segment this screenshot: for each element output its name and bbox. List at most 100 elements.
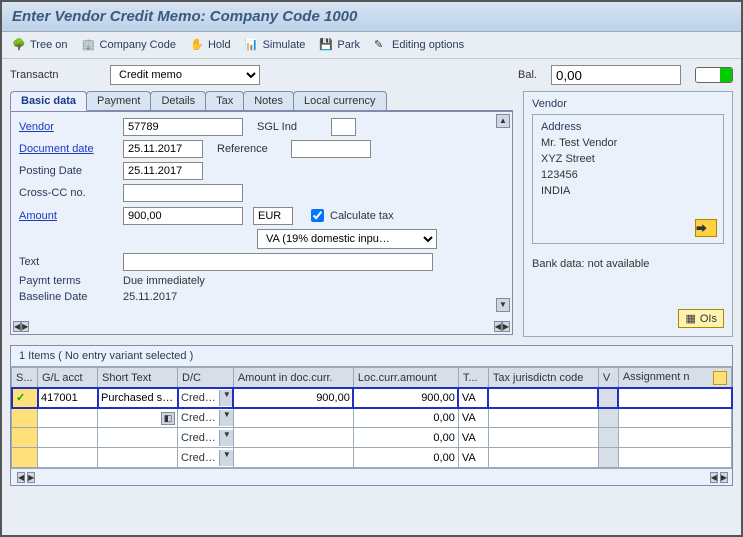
gl-acct-input[interactable] (38, 389, 97, 407)
text-input[interactable] (123, 253, 433, 271)
row-selector[interactable]: ✓ (12, 388, 38, 408)
assignment-input[interactable] (619, 429, 731, 447)
amount-label[interactable]: Amount (19, 210, 119, 222)
vendor-label[interactable]: Vendor (19, 121, 119, 133)
col-dc[interactable]: D/C (178, 368, 234, 388)
row-selector[interactable] (12, 408, 38, 428)
transaction-select[interactable]: Credit memo (110, 65, 260, 85)
reference-input[interactable] (291, 140, 371, 158)
col-assignment[interactable]: Assignment n (618, 368, 731, 388)
park-button[interactable]: 💾Park (319, 38, 360, 52)
items-scroll-right2[interactable]: ▶ (720, 472, 728, 483)
tab-details[interactable]: Details (150, 91, 206, 110)
amount-input[interactable] (234, 409, 353, 427)
tax-code-input[interactable] (459, 389, 488, 407)
dc-dropdown[interactable]: ▼ (219, 450, 233, 466)
jurisdiction-input[interactable] (489, 389, 598, 407)
gl-acct-input[interactable] (38, 409, 97, 427)
row-selector[interactable] (12, 448, 38, 468)
assignment-input[interactable] (619, 449, 731, 467)
v-input[interactable] (599, 429, 618, 447)
tax-code-input[interactable] (459, 409, 488, 427)
assignment-input[interactable] (619, 409, 731, 427)
short-text-input[interactable] (98, 429, 177, 447)
editing-options-button[interactable]: ✎Editing options (374, 38, 464, 52)
company-code-button[interactable]: 🏢Company Code (82, 38, 176, 52)
col-v[interactable]: V (598, 368, 618, 388)
crosscc-input[interactable] (123, 184, 243, 202)
amount-input[interactable] (234, 449, 353, 467)
tab-notes[interactable]: Notes (243, 91, 294, 110)
vendor-input[interactable] (123, 118, 243, 136)
jurisdiction-input[interactable] (489, 429, 598, 447)
tree-on-button[interactable]: 🌳Tree on (12, 38, 68, 52)
tax-code-input[interactable] (459, 449, 488, 467)
document-date-input[interactable] (123, 140, 203, 158)
col-glacct[interactable]: G/L acct (38, 368, 98, 388)
loc-amount-input[interactable] (354, 449, 458, 467)
jurisdiction-input[interactable] (489, 409, 598, 427)
tax-code-select[interactable]: VA (19% domestic inpu… (257, 229, 437, 249)
vendor-group: Vendor Address Mr. Test Vendor XYZ Stree… (523, 91, 733, 337)
dc-dropdown[interactable]: ▼ (219, 410, 233, 426)
tab-basic-data[interactable]: Basic data (10, 91, 87, 111)
tab-local-currency[interactable]: Local currency (293, 91, 387, 110)
col-shorttext[interactable]: Short Text (98, 368, 178, 388)
col-locamount[interactable]: Loc.curr.amount (353, 368, 458, 388)
status-traffic-light (695, 67, 733, 83)
jurisdiction-input[interactable] (489, 449, 598, 467)
amount-input[interactable] (234, 429, 353, 447)
posting-date-input[interactable] (123, 162, 203, 180)
amount-input[interactable] (234, 389, 353, 407)
dc-dropdown[interactable]: ▼ (219, 390, 233, 406)
items-scroll-left[interactable]: ◀ (17, 472, 25, 483)
line-items-table[interactable]: S... G/L acct Short Text D/C Amount in d… (11, 367, 732, 468)
address-detail-button[interactable]: ⮕ (695, 219, 717, 237)
tax-code-input[interactable] (459, 429, 488, 447)
ois-button[interactable]: ▦OIs (678, 309, 724, 328)
table-row[interactable]: Cred…▼ (12, 448, 732, 468)
row-selector[interactable] (12, 428, 38, 448)
loc-amount-input[interactable] (354, 389, 458, 407)
v-input[interactable] (599, 409, 618, 427)
table-row[interactable]: ✓ Cred…▼ (12, 388, 732, 408)
sgl-input[interactable] (331, 118, 356, 136)
assignment-input[interactable] (619, 389, 731, 407)
scroll-left-button[interactable]: ◀ (13, 321, 21, 332)
loc-amount-input[interactable] (354, 409, 458, 427)
items-scroll-left2[interactable]: ◀ (710, 472, 718, 483)
gl-acct-input[interactable] (38, 449, 97, 467)
scroll-right-button[interactable]: ▶ (21, 321, 29, 332)
v-input[interactable] (599, 449, 618, 467)
company-icon: 🏢 (82, 38, 96, 52)
col-status[interactable]: S... (12, 368, 38, 388)
calculate-tax-checkbox[interactable]: Calculate tax (307, 206, 394, 225)
scroll-down-button[interactable]: ▼ (496, 298, 510, 312)
document-date-label[interactable]: Document date (19, 143, 119, 155)
col-jurisdiction[interactable]: Tax jurisdictn code (488, 368, 598, 388)
items-scroll-right[interactable]: ▶ (27, 472, 35, 483)
tab-payment[interactable]: Payment (86, 91, 151, 110)
dc-dropdown[interactable]: ▼ (219, 430, 233, 446)
vendor-country: INDIA (541, 185, 715, 197)
hold-button[interactable]: ✋Hold (190, 38, 231, 52)
table-settings-icon[interactable] (713, 371, 727, 385)
gl-acct-input[interactable] (38, 429, 97, 447)
scroll-left-button2[interactable]: ◀ (494, 321, 502, 332)
loc-amount-input[interactable] (354, 429, 458, 447)
amount-input[interactable] (123, 207, 243, 225)
scroll-up-button[interactable]: ▲ (496, 114, 510, 128)
tab-tax[interactable]: Tax (205, 91, 244, 110)
dc-value: Cred… (178, 392, 219, 404)
value-help-icon[interactable]: ◧ (161, 412, 175, 425)
col-tax[interactable]: T... (458, 368, 488, 388)
col-amount[interactable]: Amount in doc.curr. (233, 368, 353, 388)
simulate-button[interactable]: 📊Simulate (245, 38, 306, 52)
scroll-right-button2[interactable]: ▶ (502, 321, 510, 332)
table-row[interactable]: ◧Cred…▼ (12, 408, 732, 428)
currency-input[interactable] (253, 207, 293, 225)
v-input[interactable] (599, 389, 618, 407)
table-row[interactable]: Cred…▼ (12, 428, 732, 448)
short-text-input[interactable] (98, 449, 177, 467)
short-text-input[interactable] (98, 389, 177, 407)
